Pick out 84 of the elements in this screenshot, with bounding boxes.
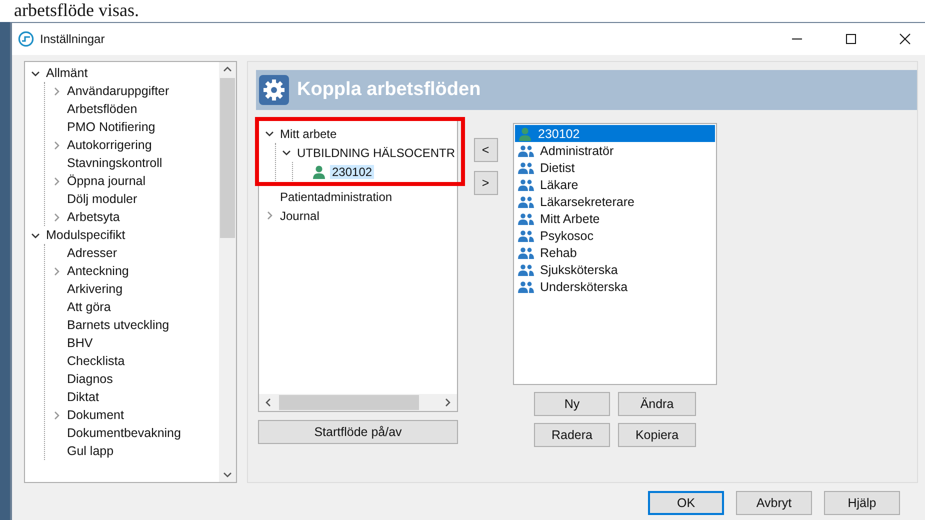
list-item[interactable]: Rehab	[515, 244, 715, 261]
tree-item[interactable]: Allmänt	[44, 66, 90, 80]
tree-item[interactable]: Dokument	[65, 408, 126, 422]
tree-item[interactable]: Adresser	[65, 246, 120, 260]
group-icon	[518, 246, 534, 258]
list-item[interactable]: Psykosoc	[515, 227, 715, 244]
list-item[interactable]: Läkare	[515, 176, 715, 193]
panel-title: Koppla arbetsflöden	[297, 79, 481, 101]
tree-item[interactable]: Anteckning	[65, 264, 131, 278]
app-logo-icon	[18, 31, 34, 47]
chevron-right-icon[interactable]	[52, 212, 61, 222]
start-flow-button[interactable]: Startflöde på/av	[258, 420, 458, 444]
dialog-button[interactable]: Hjälp	[824, 491, 900, 515]
action-button[interactable]: Kopiera	[618, 423, 696, 447]
chevron-right-icon[interactable]	[52, 86, 61, 96]
list-item[interactable]: 230102	[515, 125, 715, 142]
tree-item[interactable]: PMO Notifiering	[65, 120, 158, 134]
list-item[interactable]: Dietist	[515, 159, 715, 176]
group-icon	[518, 264, 534, 276]
tree-item[interactable]: UTBILDNING HÄLSOCENTR	[295, 146, 458, 160]
scroll-down-icon[interactable]	[223, 470, 232, 479]
user-icon	[518, 126, 532, 140]
move-button[interactable]: <	[474, 138, 498, 162]
chevron-right-icon[interactable]	[52, 266, 61, 276]
tree-item[interactable]: 230102	[330, 164, 374, 178]
window-title: Inställningar	[40, 32, 105, 46]
move-button[interactable]: >	[474, 171, 498, 195]
tree-item[interactable]: Patientadministration	[278, 190, 394, 204]
list-item[interactable]: Mitt Arbete	[515, 210, 715, 227]
tree-item[interactable]: Användaruppgifter	[65, 84, 172, 98]
list-item[interactable]: Undersköterska	[515, 278, 715, 295]
settings-icon	[259, 75, 289, 105]
chevron-down-icon[interactable]	[265, 129, 274, 138]
tree-item[interactable]: Gul lapp	[65, 444, 116, 458]
group-icon	[518, 196, 534, 208]
role-list[interactable]: 230102 Administratör Dietist Läkare Läkarsekreterare Mitt Arbete Psykosoc Rehab Sjuksköterska Undersköterska	[513, 123, 717, 385]
tree-item[interactable]: Arkivering	[65, 282, 125, 296]
group-icon	[518, 212, 534, 224]
chevron-right-icon[interactable]	[52, 140, 61, 150]
maximize-icon[interactable]	[845, 33, 857, 45]
chevron-down-icon[interactable]	[31, 230, 40, 240]
chevron-right-icon[interactable]	[52, 410, 61, 420]
list-item[interactable]: Läkarsekreterare	[515, 193, 715, 210]
dialog-button[interactable]: OK	[648, 491, 724, 515]
list-item[interactable]: Administratör	[515, 142, 715, 159]
action-button[interactable]: Ny	[534, 392, 610, 416]
tree-item[interactable]: Stavningskontroll	[65, 156, 164, 170]
action-button[interactable]: Radera	[534, 423, 610, 447]
tree-item[interactable]: BHV	[65, 336, 95, 350]
scroll-left-icon[interactable]	[264, 398, 273, 407]
tree-item[interactable]: Journal	[278, 208, 322, 222]
dialog-button[interactable]: Avbryt	[736, 491, 812, 515]
chevron-right-icon[interactable]	[52, 176, 61, 186]
group-icon	[518, 280, 534, 292]
user-icon	[312, 164, 326, 178]
chevron-down-icon[interactable]	[31, 68, 40, 78]
tree-item[interactable]: Dölj moduler	[65, 192, 140, 206]
document-text: arbetsflöde visas.	[13, 0, 140, 22]
action-button[interactable]: Ändra	[618, 392, 696, 416]
scrollbar[interactable]	[219, 62, 236, 482]
tree-item[interactable]: Diagnos	[65, 372, 115, 386]
tree-item[interactable]: Att göra	[65, 300, 113, 314]
group-icon	[518, 162, 534, 174]
scroll-up-icon[interactable]	[223, 65, 232, 74]
list-item[interactable]: Sjuksköterska	[515, 261, 715, 278]
tree-item[interactable]: Dokumentbevakning	[65, 426, 183, 440]
tree-item[interactable]: Modulspecifikt	[44, 228, 128, 242]
tree-item[interactable]: Diktat	[65, 390, 101, 404]
scrollbar[interactable]	[259, 394, 457, 411]
tree-item[interactable]: Arbetsyta	[65, 210, 122, 224]
chevron-right-icon[interactable]	[265, 211, 274, 220]
tree-item[interactable]: Barnets utveckling	[65, 318, 172, 332]
chevron-down-icon[interactable]	[282, 148, 291, 157]
group-icon	[518, 144, 534, 156]
group-icon	[518, 230, 534, 242]
tree-item[interactable]: Autokorrigering	[65, 138, 154, 152]
close-icon[interactable]	[899, 33, 911, 45]
scroll-right-icon[interactable]	[443, 398, 452, 407]
tree-item[interactable]: Arbetsflöden	[65, 102, 140, 116]
tree-item[interactable]: Öppna journal	[65, 174, 148, 188]
tree-item[interactable]: Checklista	[65, 354, 127, 368]
settings-tree[interactable]	[24, 61, 237, 483]
tree-item[interactable]: Mitt arbete	[278, 126, 339, 140]
group-icon	[518, 178, 534, 190]
